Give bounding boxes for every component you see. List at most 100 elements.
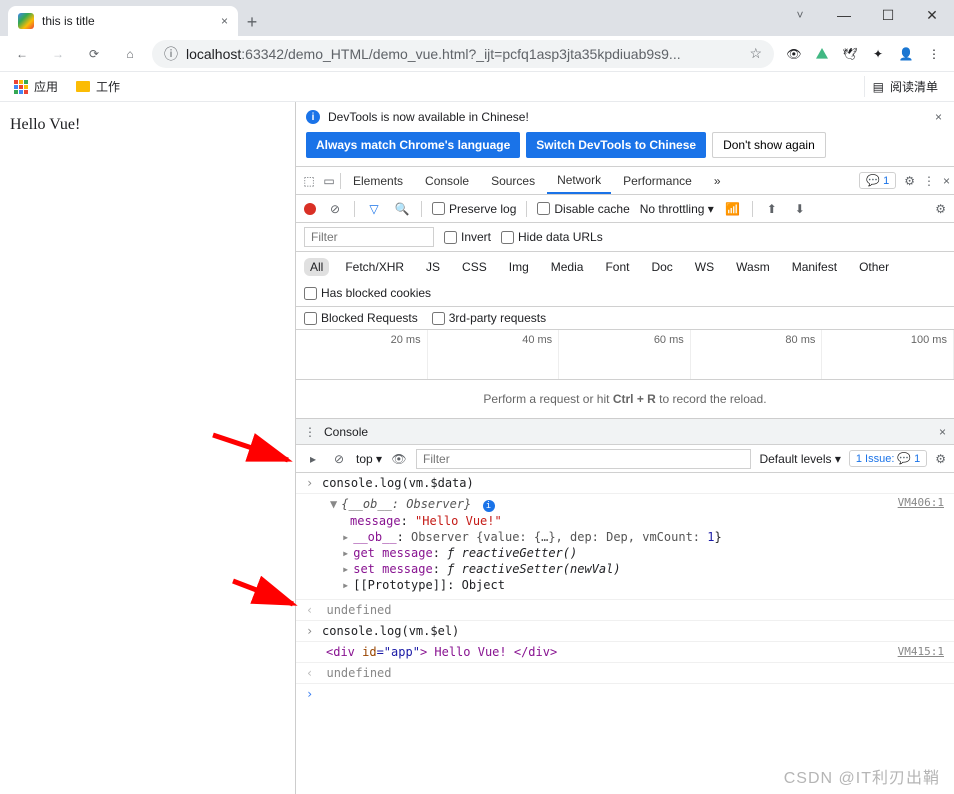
network-toolbar: ⊘ ▽ 🔍 Preserve log Disable cache No thro… (296, 195, 954, 223)
filter-js[interactable]: JS (420, 258, 446, 276)
filter-toggle-icon[interactable]: ▽ (365, 202, 383, 216)
console-drawer-header: ⋮ Console × (296, 419, 954, 445)
tab-sources[interactable]: Sources (481, 167, 545, 194)
blocked-cookies-checkbox[interactable]: Has blocked cookies (304, 286, 431, 300)
console-filter-input[interactable] (416, 449, 751, 469)
issues-badge[interactable]: 💬 1 (859, 172, 896, 189)
banner-close-icon[interactable]: × (935, 110, 942, 124)
back-button[interactable]: ← (8, 40, 36, 68)
tab-network[interactable]: Network (547, 167, 611, 194)
console-drawer-title: Console (324, 425, 368, 439)
close-window-button[interactable]: ✕ (910, 0, 954, 30)
site-info-icon[interactable]: ⓘ (164, 44, 178, 64)
wifi-icon[interactable]: 📶 (724, 202, 742, 216)
chevron-right-icon: › (306, 624, 316, 638)
filter-fetch[interactable]: Fetch/XHR (339, 258, 410, 276)
more-tabs-icon[interactable]: » (704, 167, 731, 194)
throttling-select[interactable]: No throttling ▾ (640, 202, 714, 216)
console-issues-badge[interactable]: 1 Issue: 💬 1 (849, 450, 927, 467)
third-party-checkbox[interactable]: 3rd-party requests (432, 311, 546, 325)
clear-icon[interactable]: ⊘ (326, 202, 344, 216)
reload-button[interactable]: ⟳ (80, 40, 108, 68)
language-banner: i DevTools is now available in Chinese! … (296, 102, 954, 167)
info-badge-icon[interactable]: i (483, 500, 495, 512)
new-tab-button[interactable]: + (238, 8, 266, 36)
console-prompt[interactable]: › (296, 684, 954, 704)
apps-button[interactable]: 应用 (8, 76, 64, 97)
record-button[interactable] (304, 203, 316, 215)
tab-performance[interactable]: Performance (613, 167, 702, 194)
apps-label: 应用 (34, 78, 58, 95)
star-icon[interactable]: ☆ (749, 45, 762, 62)
switch-language-button[interactable]: Switch DevTools to Chinese (526, 132, 706, 158)
console-body[interactable]: › console.log(vm.$data) ▼{__ob__: Observ… (296, 473, 954, 794)
console-command: console.log(vm.$el) (322, 624, 459, 638)
filter-font[interactable]: Font (599, 258, 635, 276)
tab-elements[interactable]: Elements (343, 167, 413, 194)
download-icon[interactable]: ⬇ (791, 202, 809, 216)
vue-devtools-icon[interactable] (810, 42, 834, 66)
filter-doc[interactable]: Doc (645, 258, 678, 276)
hide-data-urls-checkbox[interactable]: Hide data URLs (501, 230, 603, 244)
filter-img[interactable]: Img (503, 258, 535, 276)
console-settings-icon[interactable]: ⚙ (935, 452, 946, 466)
more-icon[interactable]: ⋮ (923, 174, 935, 188)
invert-checkbox[interactable]: Invert (444, 230, 491, 244)
folder-label: 工作 (96, 78, 120, 95)
extensions-menu-icon[interactable]: ✦ (866, 42, 890, 66)
log-source-link[interactable]: VM406:1 (898, 496, 954, 593)
list-icon: ▤ (873, 80, 884, 94)
drawer-menu-icon[interactable]: ⋮ (304, 425, 316, 439)
clear-console-icon[interactable]: ⊘ (330, 452, 348, 466)
network-filter-row-2: Blocked Requests 3rd-party requests (296, 307, 954, 330)
network-settings-icon[interactable]: ⚙ (935, 202, 946, 216)
device-toggle-icon[interactable]: ▭ (320, 174, 338, 188)
minimize-button[interactable]: — (822, 0, 866, 30)
extension-icon[interactable]: 👁 (782, 42, 806, 66)
match-language-button[interactable]: Always match Chrome's language (306, 132, 520, 158)
live-expression-icon[interactable]: 👁 (390, 452, 408, 466)
tab-console[interactable]: Console (415, 167, 479, 194)
omnibox[interactable]: ⓘ localhost:63342/demo_HTML/demo_vue.htm… (152, 40, 774, 68)
menu-icon[interactable]: ⋮ (922, 42, 946, 66)
maximize-button[interactable]: ☐ (866, 0, 910, 30)
log-source-link[interactable]: VM415:1 (898, 645, 944, 659)
filter-media[interactable]: Media (545, 258, 590, 276)
context-select[interactable]: top ▾ (356, 452, 382, 466)
console-drawer-close-icon[interactable]: × (939, 425, 946, 439)
filter-wasm[interactable]: Wasm (730, 258, 776, 276)
inspect-icon[interactable]: ⬚ (300, 174, 318, 188)
forward-button[interactable]: → (44, 40, 72, 68)
settings-icon[interactable]: ⚙ (904, 174, 915, 188)
upload-icon[interactable]: ⬆ (763, 202, 781, 216)
triangle-right-icon[interactable]: ▸ (342, 530, 349, 544)
preserve-log-checkbox[interactable]: Preserve log (432, 202, 516, 216)
network-timeline[interactable]: 20 ms 40 ms 60 ms 80 ms 100 ms (296, 330, 954, 380)
home-button[interactable]: ⌂ (116, 40, 144, 68)
close-devtools-icon[interactable]: × (943, 174, 950, 188)
close-icon[interactable]: × (221, 14, 228, 28)
dont-show-button[interactable]: Don't show again (712, 132, 826, 158)
chevron-down-icon[interactable]: ˅ (778, 0, 822, 30)
console-sidebar-icon[interactable]: ▸ (304, 452, 322, 466)
triangle-right-icon[interactable]: ▸ (342, 578, 349, 592)
filter-ws[interactable]: WS (689, 258, 720, 276)
profile-icon[interactable]: 👤 (894, 42, 918, 66)
filter-css[interactable]: CSS (456, 258, 493, 276)
disable-cache-checkbox[interactable]: Disable cache (537, 202, 629, 216)
filter-all[interactable]: All (304, 258, 329, 276)
log-levels-select[interactable]: Default levels ▾ (759, 452, 840, 466)
object-header[interactable]: {__ob__: Observer} (341, 497, 471, 511)
triangle-right-icon[interactable]: ▸ (342, 546, 349, 560)
search-icon[interactable]: 🔍 (393, 202, 411, 216)
network-filter-input[interactable] (304, 227, 434, 247)
triangle-down-icon[interactable]: ▼ (330, 497, 337, 511)
reading-list-button[interactable]: ▤ 阅读清单 (864, 76, 946, 97)
filter-manifest[interactable]: Manifest (786, 258, 843, 276)
filter-other[interactable]: Other (853, 258, 895, 276)
extension-icon-2[interactable]: 🕊 (838, 42, 862, 66)
blocked-requests-checkbox[interactable]: Blocked Requests (304, 311, 418, 325)
bookmark-folder[interactable]: 工作 (70, 76, 126, 97)
triangle-right-icon[interactable]: ▸ (342, 562, 349, 576)
browser-tab[interactable]: this is title × (8, 6, 238, 36)
